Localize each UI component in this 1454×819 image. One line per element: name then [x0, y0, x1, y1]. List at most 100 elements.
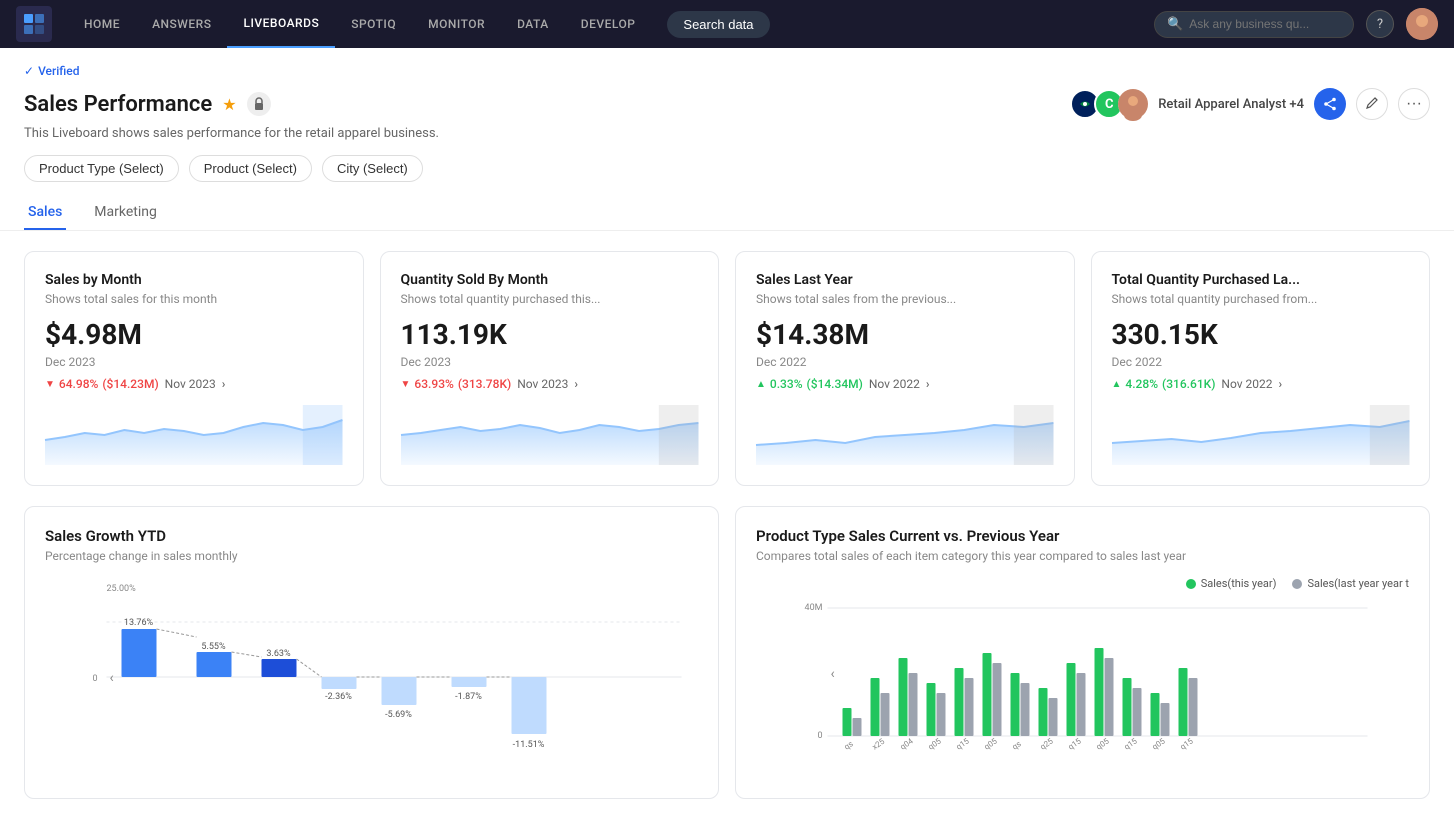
kpi-date-3: Dec 2022 — [756, 355, 1054, 369]
legend-label-this-year: Sales(this year) — [1201, 577, 1277, 590]
kpi-compare-2: Nov 2023 — [517, 377, 568, 391]
svg-text:q05: q05 — [1150, 736, 1167, 751]
chevron-right-icon-3[interactable]: › — [926, 377, 930, 391]
svg-text:-5.69%: -5.69% — [385, 710, 412, 720]
kpi-change-3: ▲ 0.33% ($14.34M) Nov 2022 › — [756, 377, 1054, 391]
svg-text:q05: q05 — [926, 736, 943, 751]
filter-city[interactable]: City (Select) — [322, 155, 423, 182]
svg-text:qs: qs — [1010, 739, 1022, 751]
kpi-title-2: Quantity Sold By Month — [401, 272, 699, 288]
svg-text:q04: q04 — [898, 736, 915, 751]
navigation: HOME ANSWERS LIVEBOARDS SPOTIQ MONITOR D… — [0, 0, 1454, 48]
ask-input[interactable] — [1189, 17, 1341, 31]
chevron-right-icon-2[interactable]: › — [574, 377, 578, 391]
filter-product[interactable]: Product (Select) — [189, 155, 312, 182]
kpi-value-3: $14.38M — [756, 318, 1054, 351]
user-avatar[interactable] — [1406, 8, 1438, 40]
kpi-card-total-qty: Total Quantity Purchased La... Shows tot… — [1091, 251, 1431, 486]
chevron-right-icon-4[interactable]: › — [1279, 377, 1283, 391]
kpi-subtitle-4: Shows total quantity purchased from... — [1112, 292, 1410, 306]
lock-icon[interactable] — [247, 92, 271, 116]
svg-text:x25: x25 — [870, 737, 886, 752]
kpi-card-sales-last-year: Sales Last Year Shows total sales from t… — [735, 251, 1075, 486]
verified-check-icon: ✓ — [24, 64, 34, 78]
down-arrow-icon-2: ▼ — [401, 379, 411, 390]
search-data-button[interactable]: Search data — [667, 11, 769, 38]
star-icon[interactable]: ★ — [222, 95, 236, 114]
kpi-change-1: ▼ 64.98% ($14.23M) Nov 2023 › — [45, 377, 343, 391]
kpi-change-pct-1: 64.98% — [59, 377, 98, 391]
sparkline-4 — [1112, 405, 1410, 465]
page-header: ✓ Verified Sales Performance ★ C — [0, 48, 1454, 231]
kpi-value-4: 330.15K — [1112, 318, 1410, 351]
svg-text:‹: ‹ — [831, 666, 835, 682]
nav-links: HOME ANSWERS LIVEBOARDS SPOTIQ MONITOR D… — [68, 0, 651, 48]
kpi-change-4: ▲ 4.28% (316.61K) Nov 2022 › — [1112, 377, 1410, 391]
kpi-date-2: Dec 2023 — [401, 355, 699, 369]
nav-answers[interactable]: ANSWERS — [136, 0, 227, 48]
legend-last-year: Sales(last year year t — [1292, 577, 1409, 590]
kpi-change-val-2: (313.78K) — [458, 377, 511, 391]
chart-sales-growth: Sales Growth YTD Percentage change in sa… — [24, 506, 719, 799]
tab-sales[interactable]: Sales — [24, 196, 66, 230]
avatar-photo[interactable] — [1118, 89, 1148, 119]
svg-text:q05: q05 — [1094, 736, 1111, 751]
more-options-button[interactable]: ··· — [1398, 88, 1430, 120]
down-arrow-icon-1: ▼ — [45, 379, 55, 390]
kpi-change-val-4: (316.61K) — [1162, 377, 1215, 391]
page-title: Sales Performance — [24, 92, 212, 117]
kpi-change-pct-4: 4.28% — [1125, 377, 1158, 391]
nav-home[interactable]: HOME — [68, 0, 136, 48]
nav-spotiq[interactable]: SPOTIQ — [335, 0, 412, 48]
avatar-group: C — [1070, 89, 1148, 119]
chart-subtitle-growth: Percentage change in sales monthly — [45, 549, 698, 563]
nav-develop[interactable]: DEVELOP — [565, 0, 652, 48]
help-button[interactable]: ? — [1366, 10, 1394, 38]
verified-badge: ✓ Verified — [24, 64, 79, 78]
kpi-compare-3: Nov 2022 — [869, 377, 920, 391]
svg-text:0: 0 — [817, 731, 822, 741]
filter-row: Product Type (Select) Product (Select) C… — [24, 155, 1430, 182]
title-row: Sales Performance ★ C Retail Apparel Ana… — [24, 88, 1430, 120]
svg-text:40M: 40M — [805, 603, 823, 613]
sparkline-3 — [756, 405, 1054, 465]
nav-monitor[interactable]: MONITOR — [412, 0, 501, 48]
chart-title-growth: Sales Growth YTD — [45, 527, 698, 545]
edit-button[interactable] — [1356, 88, 1388, 120]
kpi-subtitle-3: Shows total sales from the previous... — [756, 292, 1054, 306]
svg-text:q25: q25 — [1038, 736, 1055, 751]
chart-subtitle-product: Compares total sales of each item catego… — [756, 549, 1409, 563]
nav-data[interactable]: DATA — [501, 0, 565, 48]
verified-label: Verified — [38, 64, 79, 78]
main-content: ✓ Verified Sales Performance ★ C — [0, 48, 1454, 819]
up-arrow-icon-3: ▲ — [756, 379, 766, 390]
search-icon: 🔍 — [1167, 17, 1183, 32]
legend-dot-gray — [1292, 579, 1302, 589]
logo[interactable] — [16, 6, 52, 42]
page-subtitle: This Liveboard shows sales performance f… — [24, 126, 1430, 141]
kpi-title-3: Sales Last Year — [756, 272, 1054, 288]
kpi-change-pct-2: 63.93% — [414, 377, 453, 391]
chart-area-growth: Growth... 25.00% 0 13.76% — [45, 577, 698, 757]
kpi-change-pct-3: 0.33% — [770, 377, 803, 391]
tabs-row: Sales Marketing — [24, 196, 1430, 230]
svg-text:q15: q15 — [954, 736, 971, 751]
ask-search-box[interactable]: 🔍 — [1154, 11, 1354, 38]
kpi-row: Sales by Month Shows total sales for thi… — [24, 251, 1430, 486]
nav-liveboards[interactable]: LIVEBOARDS — [227, 0, 335, 48]
svg-text:q15: q15 — [1122, 736, 1139, 751]
svg-text:3.63%: 3.63% — [266, 649, 291, 659]
svg-text:q05: q05 — [982, 736, 999, 751]
svg-text:-1.87%: -1.87% — [455, 692, 482, 702]
share-button[interactable] — [1314, 88, 1346, 120]
tab-marketing[interactable]: Marketing — [90, 196, 161, 230]
chart-title-product: Product Type Sales Current vs. Previous … — [756, 527, 1409, 545]
kpi-title-1: Sales by Month — [45, 272, 343, 288]
svg-text:q15: q15 — [1178, 736, 1195, 751]
chevron-right-icon-1[interactable]: › — [222, 377, 226, 391]
filter-product-type[interactable]: Product Type (Select) — [24, 155, 179, 182]
chart-legend: Sales(this year) Sales(last year year t — [756, 577, 1409, 590]
kpi-card-sales-by-month: Sales by Month Shows total sales for thi… — [24, 251, 364, 486]
kpi-change-val-3: ($14.34M) — [807, 377, 863, 391]
nav-right: 🔍 ? — [1154, 8, 1438, 40]
